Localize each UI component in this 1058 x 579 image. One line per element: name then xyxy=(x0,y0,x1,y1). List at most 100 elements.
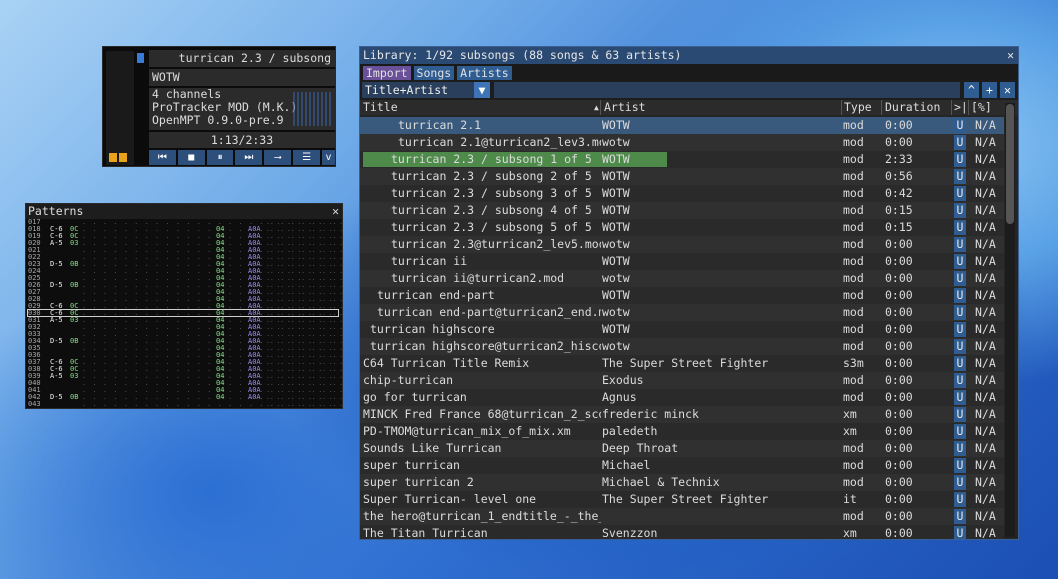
tab-artists[interactable]: Artists xyxy=(457,66,512,80)
song-duration: 0:00 xyxy=(885,271,913,285)
table-row[interactable]: super turrican Michael mod 0:00 U N/A xyxy=(360,457,1004,474)
unknown-badge[interactable]: U xyxy=(954,407,966,422)
seek-bar[interactable]: 1:13/2:33 xyxy=(149,132,335,148)
song-artist: WOTW xyxy=(602,322,630,336)
column-percent[interactable]: [%] xyxy=(971,100,992,115)
unknown-badge[interactable]: U xyxy=(954,475,966,490)
song-duration: 0:56 xyxy=(885,169,913,183)
table-row[interactable]: super turrican 2 Michael & Technix mod 0:00… xyxy=(360,474,1004,491)
song-artist: WOTW xyxy=(602,186,630,200)
table-row[interactable]: The Titan Turrican Svenzzon xm 0:00 U N/A xyxy=(360,525,1004,539)
close-icon[interactable]: ✕ xyxy=(1007,47,1014,64)
column-title[interactable]: Title xyxy=(363,100,398,115)
pause-button[interactable]: ⏸ xyxy=(206,150,234,165)
column-next[interactable]: >| xyxy=(954,100,968,115)
song-artist: wotw xyxy=(602,237,630,251)
table-row[interactable]: the hero@turrican_1_endtitle_-_the_hero m… xyxy=(360,508,1004,525)
song-duration: 0:00 xyxy=(885,135,913,149)
now-playing-info: 4 channels ProTracker MOD (M.K.) OpenMPT… xyxy=(149,88,335,130)
tab-import[interactable]: Import xyxy=(363,66,411,80)
column-type[interactable]: Type xyxy=(844,100,872,115)
unknown-badge[interactable]: U xyxy=(954,339,966,354)
song-type: mod xyxy=(843,118,864,132)
column-artist[interactable]: Artist xyxy=(604,100,646,115)
playlist-button[interactable]: ☰ xyxy=(293,150,320,165)
unknown-badge[interactable]: U xyxy=(954,237,966,252)
table-row[interactable]: MINCK Fred France 68@turrican_2_score.xm… xyxy=(360,406,1004,423)
table-row[interactable]: PD-TMOM@turrican_mix_of_mix.xm paledeth xm… xyxy=(360,423,1004,440)
library-scrollbar[interactable] xyxy=(1005,103,1015,537)
scrollbar-thumb[interactable] xyxy=(1006,104,1014,224)
table-row[interactable]: turrican 2.3@turrican2_lev5.mod wotw mod 0:… xyxy=(360,236,1004,253)
search-input[interactable] xyxy=(494,82,960,98)
search-mode-select[interactable]: Title+Artist ▼ xyxy=(362,82,490,98)
unknown-badge[interactable]: U xyxy=(954,220,966,235)
search-up-button[interactable]: ^ xyxy=(964,82,979,98)
unknown-badge[interactable]: U xyxy=(954,441,966,456)
search-add-button[interactable]: + xyxy=(982,82,997,98)
unknown-badge[interactable]: U xyxy=(954,322,966,337)
table-row[interactable]: turrican end-part WOTW mod 0:00 U N/A xyxy=(360,287,1004,304)
loop-button[interactable]: ⟶ xyxy=(264,150,292,165)
table-row[interactable]: chip-turrican Exodus mod 0:00 U N/A xyxy=(360,372,1004,389)
table-row[interactable]: turrican ii WOTW mod 0:00 U N/A xyxy=(360,253,1004,270)
table-row[interactable]: turrican 2.3 / subsong 2 of 5 WOTW mod 0:56… xyxy=(360,168,1004,185)
unknown-badge[interactable]: U xyxy=(954,254,966,269)
song-artist: WOTW xyxy=(602,288,630,302)
search-clear-button[interactable]: ✕ xyxy=(1000,82,1015,98)
tab-songs[interactable]: Songs xyxy=(413,66,455,80)
volume-indicator[interactable] xyxy=(137,53,144,63)
song-percent: N/A xyxy=(975,152,996,166)
unknown-badge[interactable]: U xyxy=(954,186,966,201)
table-row[interactable]: turrican end-part@turrican2_end.mod wotw m… xyxy=(360,304,1004,321)
table-header: Title ▲ Artist Type Duration >| [%] xyxy=(360,100,1018,115)
table-row[interactable]: go for turrican Agnus mod 0:00 U N/A xyxy=(360,389,1004,406)
unknown-badge[interactable]: U xyxy=(954,356,966,371)
column-duration[interactable]: Duration xyxy=(885,100,940,115)
table-row[interactable]: turrican ii@turrican2.mod wotw mod 0:00 U N/A xyxy=(360,270,1004,287)
unknown-badge[interactable]: U xyxy=(954,492,966,507)
table-row[interactable]: Super Turrican- level one The Super Stree… xyxy=(360,491,1004,508)
table-row[interactable]: turrican 2.3 / subsong 3 of 5 WOTW mod 0:42… xyxy=(360,185,1004,202)
song-percent: N/A xyxy=(975,492,996,506)
unknown-badge[interactable]: U xyxy=(954,288,966,303)
sort-ascending-icon[interactable]: ▲ xyxy=(594,100,599,115)
unknown-badge[interactable]: U xyxy=(954,509,966,524)
more-button[interactable]: v xyxy=(321,150,335,165)
song-percent: N/A xyxy=(975,237,996,251)
chevron-down-icon[interactable]: ▼ xyxy=(474,82,490,98)
unknown-badge[interactable]: U xyxy=(954,458,966,473)
pattern-row: 043. . . . . . . . . . . . . . . . . . .… xyxy=(26,401,342,408)
unknown-badge[interactable]: U xyxy=(954,305,966,320)
song-type: mod xyxy=(843,509,864,523)
pattern-grid[interactable]: 017. . . . . . . . . . . . . . . . . . .… xyxy=(26,219,342,408)
library-tabs: Import Songs Artists xyxy=(360,64,1018,80)
close-icon[interactable]: ✕ xyxy=(332,204,339,219)
library-titlebar[interactable]: Library: 1/92 subsongs (88 songs & 63 ar… xyxy=(360,47,1018,64)
table-row[interactable]: Sounds Like Turrican Deep Throat mod 0:00 U N… xyxy=(360,440,1004,457)
unknown-badge[interactable]: U xyxy=(954,271,966,286)
unknown-badge[interactable]: U xyxy=(954,135,966,150)
transport-controls: ⏮ ■ ⏸ ⏭ ⟶ ☰ v xyxy=(149,150,335,165)
unknown-badge[interactable]: U xyxy=(954,390,966,405)
unknown-badge[interactable]: U xyxy=(954,526,966,539)
unknown-badge[interactable]: U xyxy=(954,118,966,133)
patterns-titlebar[interactable]: Patterns ✕ xyxy=(26,204,342,219)
selected-row[interactable]: turrican 2.1 WOTW mod 0:00 U N/A xyxy=(360,117,1004,134)
table-row[interactable]: turrican 2.3 / subsong 5 of 5 WOTW mod 0:15… xyxy=(360,219,1004,236)
unknown-badge[interactable]: U xyxy=(954,152,966,167)
previous-button[interactable]: ⏮ xyxy=(149,150,176,165)
unknown-badge[interactable]: U xyxy=(954,424,966,439)
unknown-badge[interactable]: U xyxy=(954,169,966,184)
table-row[interactable]: turrican highscore@turrican2_hiscore.mod… xyxy=(360,338,1004,355)
table-row[interactable]: turrican highscore WOTW mod 0:00 U N/A xyxy=(360,321,1004,338)
next-button[interactable]: ⏭ xyxy=(235,150,263,165)
stop-button[interactable]: ■ xyxy=(177,150,205,165)
table-row[interactable]: C64 Turrican Title Remix The Super Street… xyxy=(360,355,1004,372)
table-row[interactable]: turrican 2.3 / subsong 4 of 5 WOTW mod 0:15… xyxy=(360,202,1004,219)
playing-row[interactable]: turrican 2.3 / subsong 1 of 5 WOTW mod 2:33… xyxy=(360,151,1004,168)
table-row[interactable]: turrican 2.1@turrican2_lev3.mod wotw mod 0:… xyxy=(360,134,1004,151)
unknown-badge[interactable]: U xyxy=(954,203,966,218)
unknown-badge[interactable]: U xyxy=(954,373,966,388)
song-title: turrican 2.1@turrican2_lev3.mod xyxy=(398,135,601,149)
